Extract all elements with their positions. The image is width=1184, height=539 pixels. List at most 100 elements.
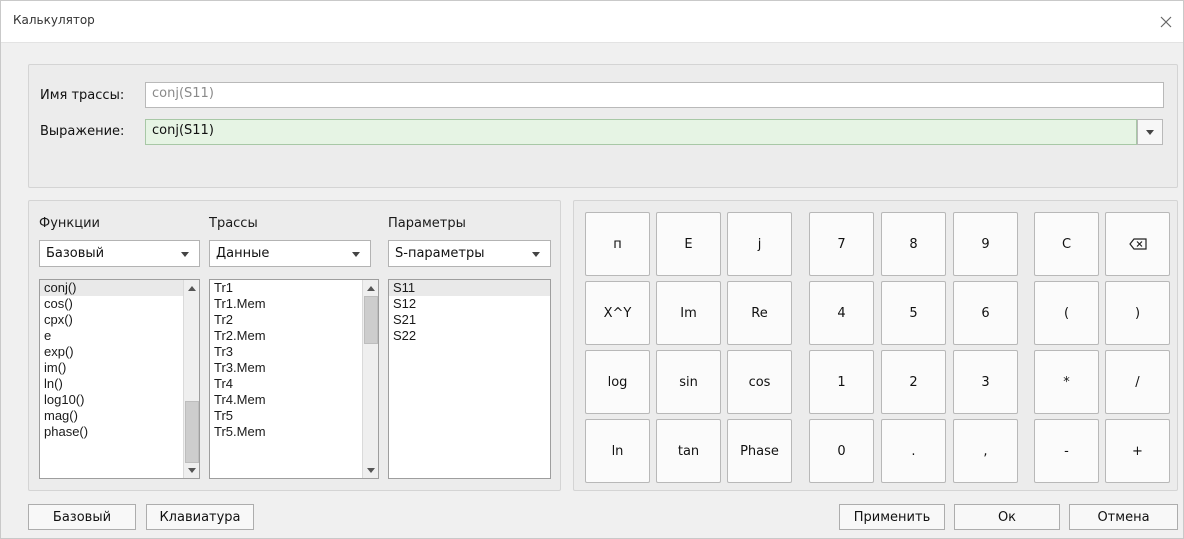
key-6[interactable]: 6	[953, 281, 1018, 345]
list-item[interactable]: Tr5.Mem	[210, 424, 378, 440]
list-item[interactable]: log10()	[40, 392, 199, 408]
list-item[interactable]: Tr4	[210, 376, 378, 392]
chevron-up-icon	[187, 285, 196, 291]
functions-select[interactable]: Базовый	[39, 240, 200, 267]
parameters-title: Параметры	[388, 216, 466, 231]
key-2[interactable]: 2	[881, 350, 946, 414]
key-e[interactable]: E	[656, 212, 721, 276]
functions-select-value: Базовый	[46, 246, 105, 261]
apply-button[interactable]: Применить	[839, 504, 945, 530]
chevron-down-icon	[532, 252, 540, 257]
list-item[interactable]: S21	[389, 312, 550, 328]
functions-scrollbar[interactable]	[183, 280, 199, 478]
functions-title: Функции	[39, 216, 100, 231]
keypad-panel: п E j 7 8 9 C X^Y Im Re 4 5 6 ( ) log si…	[573, 200, 1178, 491]
list-item[interactable]: mag()	[40, 408, 199, 424]
key-backspace[interactable]	[1105, 212, 1170, 276]
key-phase[interactable]: Phase	[727, 419, 792, 483]
calculator-window: Калькулятор Имя трассы: conj(S11) Выраже…	[0, 0, 1184, 539]
traces-select[interactable]: Данные	[209, 240, 371, 267]
trace-name-label: Имя трассы:	[40, 88, 125, 103]
list-item[interactable]: S12	[389, 296, 550, 312]
key-clear[interactable]: C	[1034, 212, 1099, 276]
key-tan[interactable]: tan	[656, 419, 721, 483]
title-bar: Калькулятор	[1, 1, 1183, 43]
key-im[interactable]: Im	[656, 281, 721, 345]
chevron-down-icon	[187, 467, 196, 473]
parameters-list[interactable]: S11 S12 S21 S22	[388, 279, 551, 479]
list-item[interactable]: Tr2	[210, 312, 378, 328]
basic-mode-button[interactable]: Базовый	[28, 504, 136, 530]
key-minus[interactable]: -	[1034, 419, 1099, 483]
chevron-down-icon	[352, 252, 360, 257]
key-1[interactable]: 1	[809, 350, 874, 414]
trace-name-input[interactable]: conj(S11)	[145, 82, 1164, 108]
parameters-select-value: S-параметры	[395, 246, 485, 261]
key-divide[interactable]: /	[1105, 350, 1170, 414]
key-8[interactable]: 8	[881, 212, 946, 276]
close-icon	[1160, 16, 1172, 28]
key-4[interactable]: 4	[809, 281, 874, 345]
list-item[interactable]: phase()	[40, 424, 199, 440]
expression-label: Выражение:	[40, 124, 125, 139]
key-sin[interactable]: sin	[656, 350, 721, 414]
list-item[interactable]: S11	[389, 280, 550, 296]
list-item[interactable]: im()	[40, 360, 199, 376]
list-item[interactable]: Tr1	[210, 280, 378, 296]
key-j[interactable]: j	[727, 212, 792, 276]
scroll-down-button[interactable]	[184, 463, 199, 477]
trace-settings-panel: Имя трассы: conj(S11) Выражение: conj(S1…	[28, 64, 1178, 188]
key-dot[interactable]: .	[881, 419, 946, 483]
key-open-paren[interactable]: (	[1034, 281, 1099, 345]
cancel-button[interactable]: Отмена	[1069, 504, 1178, 530]
parameters-select[interactable]: S-параметры	[388, 240, 551, 267]
traces-scrollbar[interactable]	[362, 280, 378, 478]
key-7[interactable]: 7	[809, 212, 874, 276]
key-9[interactable]: 9	[953, 212, 1018, 276]
window-title: Калькулятор	[13, 13, 95, 27]
list-item[interactable]: cpx()	[40, 312, 199, 328]
list-item[interactable]: ln()	[40, 376, 199, 392]
key-ln[interactable]: ln	[585, 419, 650, 483]
key-pi[interactable]: п	[585, 212, 650, 276]
key-multiply[interactable]: *	[1034, 350, 1099, 414]
close-button[interactable]	[1153, 9, 1179, 35]
list-item[interactable]: Tr3	[210, 344, 378, 360]
chevron-down-icon	[1146, 129, 1154, 135]
scroll-up-button[interactable]	[363, 281, 378, 295]
list-item[interactable]: cos()	[40, 296, 199, 312]
scroll-down-button[interactable]	[363, 463, 378, 477]
expression-dropdown-button[interactable]	[1137, 119, 1163, 145]
list-item[interactable]: Tr4.Mem	[210, 392, 378, 408]
key-re[interactable]: Re	[727, 281, 792, 345]
list-item[interactable]: conj()	[40, 280, 199, 296]
key-close-paren[interactable]: )	[1105, 281, 1170, 345]
chevron-up-icon	[366, 285, 375, 291]
list-item[interactable]: Tr1.Mem	[210, 296, 378, 312]
key-plus[interactable]: +	[1105, 419, 1170, 483]
expression-input[interactable]: conj(S11)	[145, 119, 1137, 145]
traces-list[interactable]: Tr1 Tr1.Mem Tr2 Tr2.Mem Tr3 Tr3.Mem Tr4 …	[209, 279, 379, 479]
list-item[interactable]: Tr5	[210, 408, 378, 424]
selection-panel: Функции Трассы Параметры Базовый Данные …	[28, 200, 561, 491]
scrollbar-thumb[interactable]	[364, 296, 378, 344]
list-item[interactable]: S22	[389, 328, 550, 344]
key-cos[interactable]: cos	[727, 350, 792, 414]
key-comma[interactable]: ,	[953, 419, 1018, 483]
list-item[interactable]: exp()	[40, 344, 199, 360]
key-power[interactable]: X^Y	[585, 281, 650, 345]
key-3[interactable]: 3	[953, 350, 1018, 414]
list-item[interactable]: e	[40, 328, 199, 344]
traces-title: Трассы	[209, 216, 258, 231]
keyboard-mode-button[interactable]: Клавиатура	[146, 504, 254, 530]
key-0[interactable]: 0	[809, 419, 874, 483]
traces-select-value: Данные	[216, 246, 270, 261]
key-5[interactable]: 5	[881, 281, 946, 345]
list-item[interactable]: Tr2.Mem	[210, 328, 378, 344]
ok-button[interactable]: Ок	[954, 504, 1060, 530]
key-log[interactable]: log	[585, 350, 650, 414]
scroll-up-button[interactable]	[184, 281, 199, 295]
list-item[interactable]: Tr3.Mem	[210, 360, 378, 376]
functions-list[interactable]: conj() cos() cpx() e exp() im() ln() log…	[39, 279, 200, 479]
scrollbar-thumb[interactable]	[185, 401, 199, 463]
